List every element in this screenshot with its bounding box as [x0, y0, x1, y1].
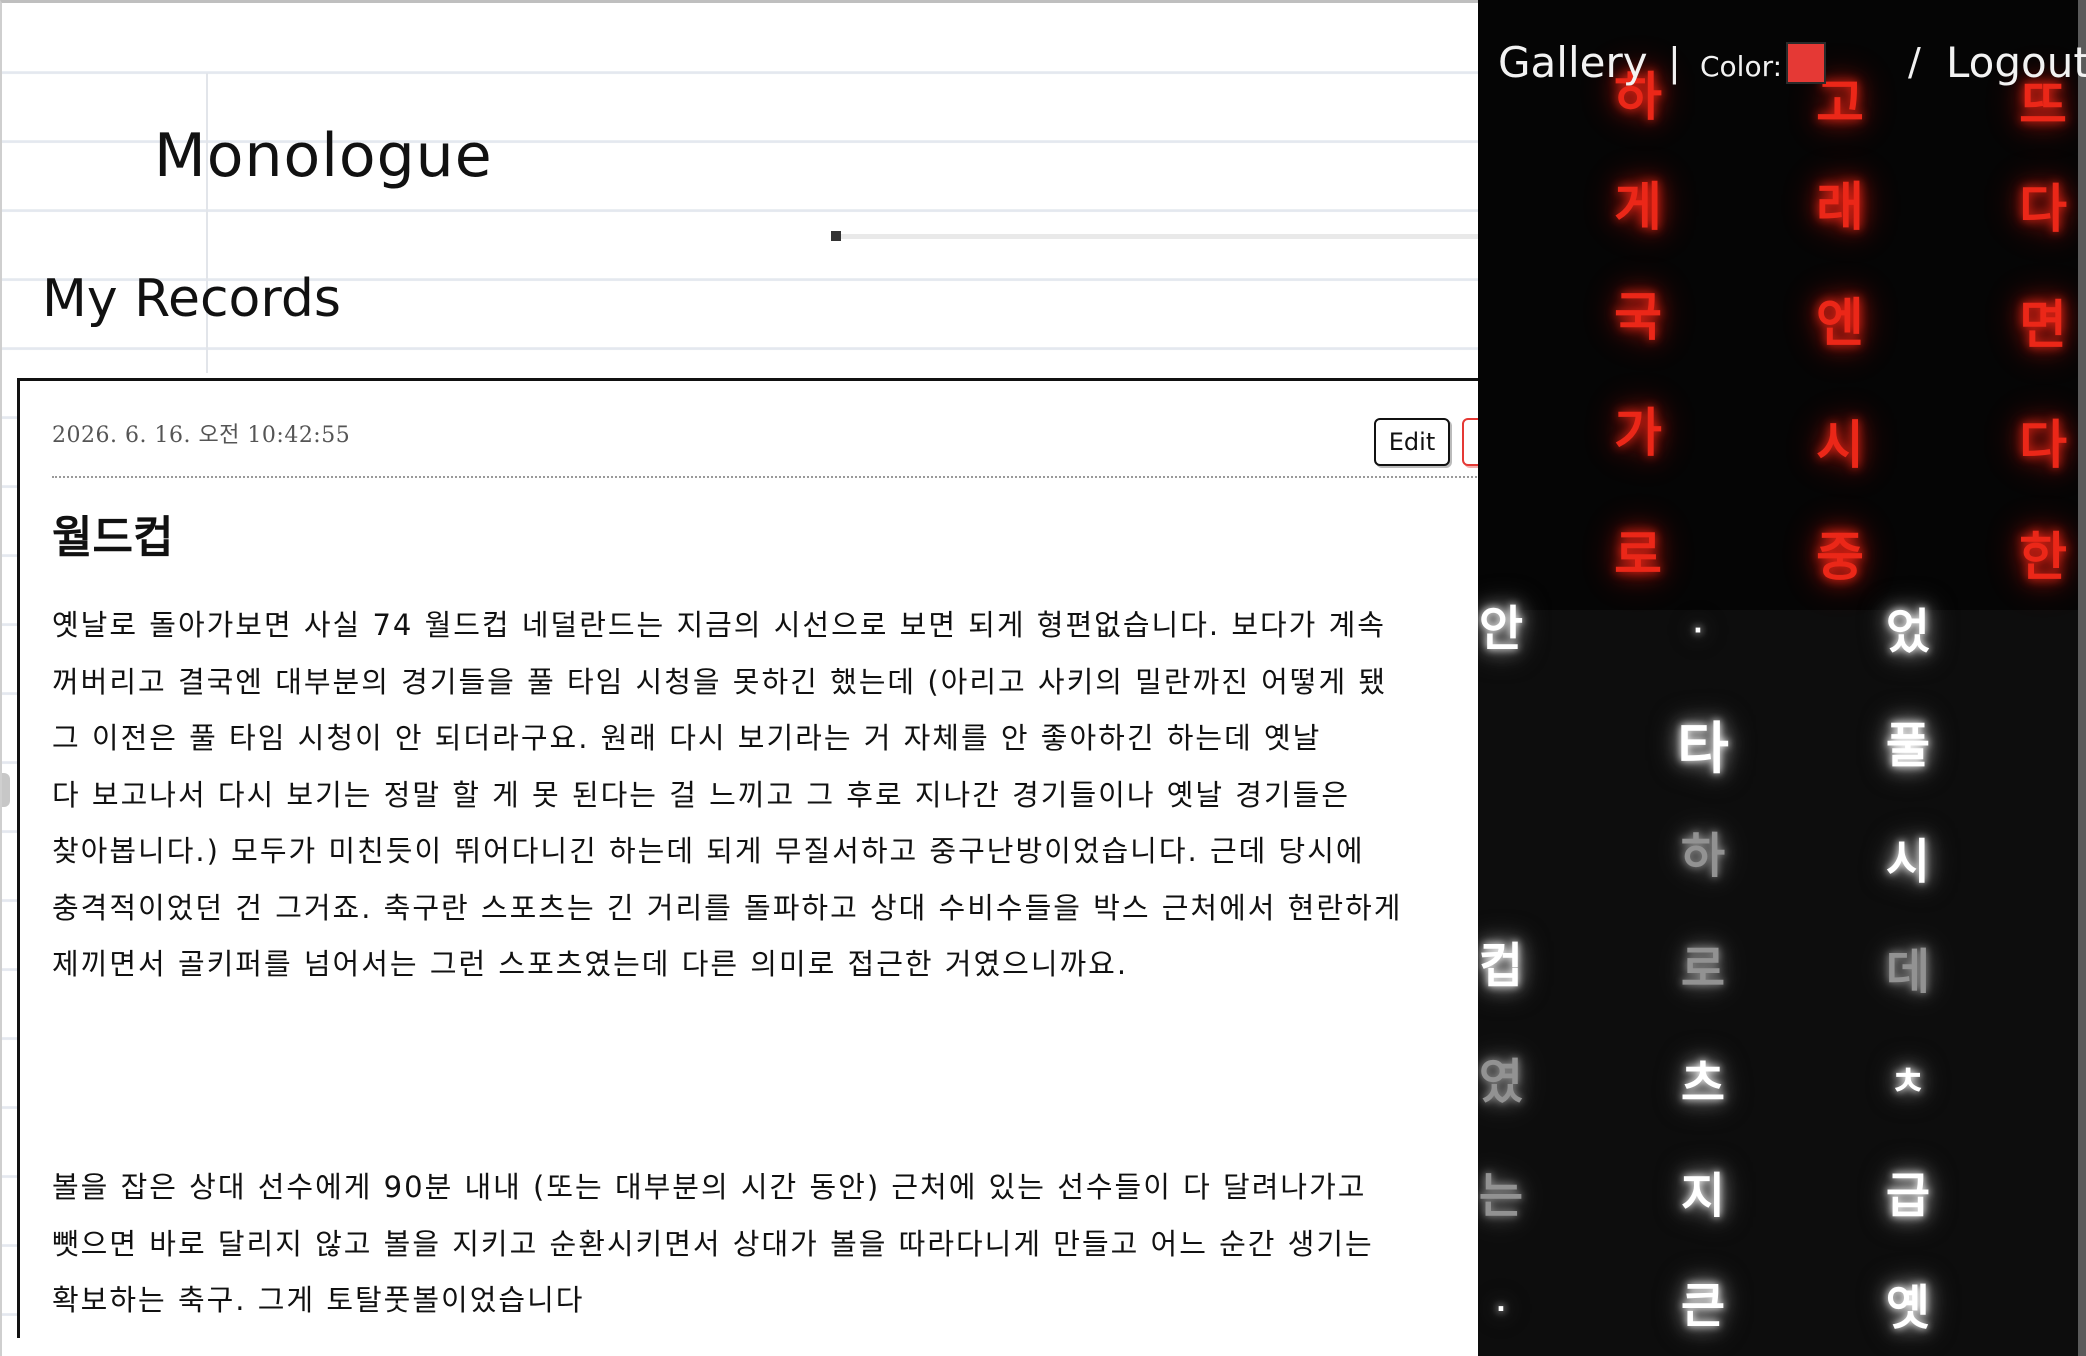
white-glyph: 였: [1478, 1054, 1524, 1110]
gallery-lower-panel: [1478, 610, 2086, 1356]
white-glyph: 는: [1478, 1168, 1524, 1224]
record-body-paragraph-2: 볼을 잡은 상대 선수에게 90분 내내 (또는 대부분의 시간 동안) 근처에…: [52, 1170, 1374, 1317]
red-glyph: 가: [1614, 404, 1662, 464]
record-body-paragraph-1: 옛날로 돌아가보면 사실 74 월드컵 네덜란드는 지금의 시선으로 보면 되게…: [52, 608, 1403, 981]
white-glyph: 지: [1680, 1168, 1726, 1224]
delete-button[interactable]: [1462, 418, 1478, 466]
red-glyph: 한: [2019, 528, 2067, 588]
white-glyph: 급: [1885, 1168, 1931, 1224]
white-glyph: 컵: [1478, 938, 1524, 994]
white-glyph: .: [1496, 1288, 1506, 1318]
record-card: 2026. 6. 16. 오전 10:42:55 Edit 월드컵 옛날로 돌아…: [17, 378, 1478, 1338]
section-title: My Records: [42, 269, 341, 329]
card-divider: [52, 476, 1478, 478]
nav-logout-link[interactable]: Logout: [1946, 38, 2086, 87]
white-glyph: 시: [1885, 834, 1931, 890]
red-glyph: 시: [1816, 416, 1864, 476]
edit-button[interactable]: Edit: [1374, 418, 1450, 466]
progress-track: [841, 234, 1478, 239]
nav-color-label: Color:: [1700, 50, 1783, 83]
white-glyph: 큰: [1680, 1278, 1726, 1334]
nav-gallery-link[interactable]: Gallery: [1498, 38, 1648, 87]
red-glyph: 국: [1614, 288, 1662, 348]
scrollbar[interactable]: [2078, 0, 2086, 1356]
red-glyph: 게: [1614, 178, 1662, 238]
record-date: 2026. 6. 16. 오전 10:42:55: [52, 423, 351, 448]
nav-separator: |: [1668, 40, 1681, 84]
side-handle[interactable]: [2, 773, 10, 807]
white-glyph: 었: [1885, 604, 1931, 660]
white-glyph: 하: [1680, 828, 1726, 884]
notebook-pane: Monologue My Records 2026. 6. 16. 오전 10:…: [0, 0, 1478, 1356]
red-glyph: 다: [2019, 416, 2067, 476]
red-glyph: 로: [1614, 526, 1662, 586]
top-nav: Gallery | Color: / Logout: [1478, 0, 2086, 110]
red-glyph: 다: [2019, 180, 2067, 240]
gallery-pane: Gallery | Color: / Logout 하 게 국 가 로 고 래 …: [1478, 0, 2086, 1356]
white-glyph: 옛: [1885, 1280, 1931, 1336]
site-title[interactable]: Monologue: [154, 121, 493, 191]
color-picker-swatch[interactable]: [1786, 42, 1826, 84]
red-glyph: 중: [1816, 528, 1864, 588]
white-glyph: 풀: [1885, 718, 1931, 774]
white-glyph: 타: [1677, 717, 1729, 782]
red-glyph: 래: [1816, 178, 1864, 238]
white-glyph: ㅊ: [1889, 1059, 1927, 1105]
white-glyph: ·: [1693, 616, 1703, 646]
red-glyph: 엔: [1816, 294, 1864, 354]
white-glyph: 츠: [1680, 1056, 1726, 1112]
record-title: 월드컵: [52, 512, 174, 563]
red-glyph: 면: [2019, 296, 2067, 356]
white-glyph: 로: [1680, 941, 1726, 997]
progress-marker: [831, 231, 841, 241]
nav-separator: /: [1908, 40, 1921, 84]
white-glyph: 데: [1885, 944, 1931, 1000]
white-glyph: 안: [1478, 601, 1524, 657]
